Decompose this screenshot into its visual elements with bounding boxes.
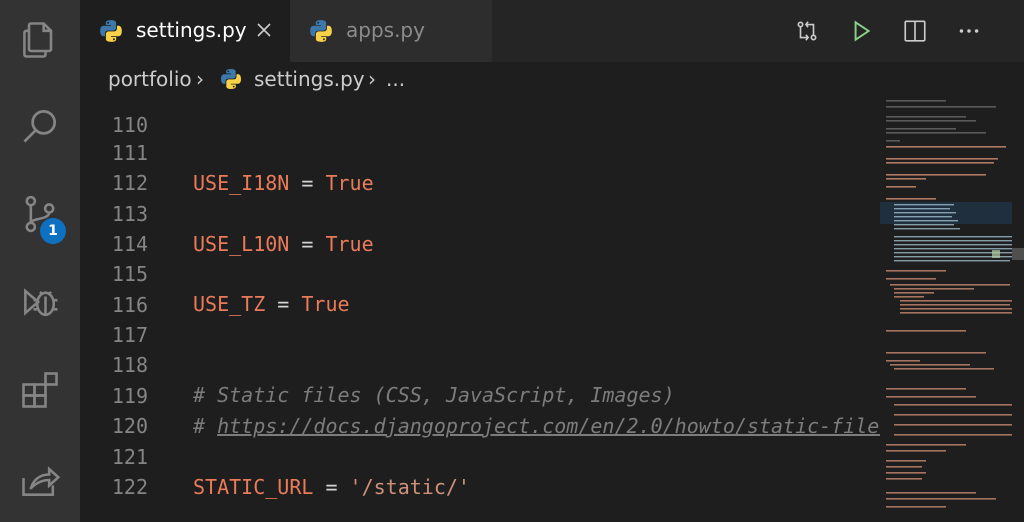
code-line: 119 # https://docs.djangoproject.com/en/… bbox=[80, 351, 880, 438]
compare-changes-icon[interactable] bbox=[792, 16, 822, 46]
more-actions-icon[interactable] bbox=[954, 16, 984, 46]
python-file-icon bbox=[310, 20, 332, 42]
python-file-icon bbox=[100, 20, 122, 42]
breadcrumb-more[interactable]: ... bbox=[386, 67, 405, 91]
assign-operator: = bbox=[313, 475, 350, 499]
code-line: 111 USE_I18N = True bbox=[80, 108, 880, 195]
code-line: 113 USE_L10N = True bbox=[80, 169, 880, 256]
activity-bar: 1 bbox=[0, 0, 80, 522]
split-editor-icon[interactable] bbox=[900, 16, 930, 46]
code-line: 121 STATIC_URL = '/static/' bbox=[80, 412, 880, 499]
extensions-icon[interactable] bbox=[0, 350, 80, 430]
code-line: 117 bbox=[80, 290, 880, 347]
code-line: 118 # Static files (CSS, JavaScript, Ima… bbox=[80, 320, 880, 407]
line-number: 122 bbox=[111, 475, 148, 499]
tab-settings-py[interactable]: settings.py bbox=[80, 0, 290, 62]
tab-apps-py[interactable]: apps.py bbox=[290, 0, 492, 62]
code-line: 112 bbox=[80, 138, 880, 195]
source-control-badge: 1 bbox=[40, 218, 66, 244]
tab-label: settings.py bbox=[136, 18, 247, 42]
code-line: 120 bbox=[80, 381, 880, 438]
code-line: 114 bbox=[80, 199, 880, 256]
remote-icon[interactable] bbox=[0, 440, 80, 520]
code-line: 115 USE_TZ = True bbox=[80, 229, 880, 316]
search-icon[interactable] bbox=[0, 86, 80, 166]
run-debug-icon[interactable] bbox=[0, 262, 80, 342]
breadcrumb: portfolio › settings.py › ... bbox=[80, 62, 1024, 98]
code-editor[interactable]: 110 111 USE_I18N = True 112 113 USE_L10N… bbox=[80, 98, 880, 522]
setting-value: '/static/' bbox=[349, 475, 470, 499]
breadcrumb-file[interactable]: settings.py bbox=[254, 67, 365, 91]
minimap[interactable] bbox=[880, 98, 1024, 522]
tab-bar: settings.py apps.py bbox=[80, 0, 1024, 62]
editor-scrollbar[interactable] bbox=[1012, 98, 1024, 522]
python-file-icon bbox=[221, 69, 241, 89]
source-control-icon[interactable]: 1 bbox=[0, 174, 80, 254]
code-line: 116 bbox=[80, 260, 880, 317]
close-icon[interactable] bbox=[254, 20, 274, 40]
breadcrumb-folder[interactable]: portfolio bbox=[108, 67, 192, 91]
explorer-icon[interactable] bbox=[0, 0, 80, 80]
tab-label: apps.py bbox=[346, 18, 425, 42]
scrollbar-thumb[interactable] bbox=[1012, 248, 1024, 260]
code-line: 122 bbox=[80, 442, 880, 499]
chevron-right-icon: › bbox=[196, 67, 204, 91]
setting-name: STATIC_URL bbox=[193, 475, 314, 499]
minimap-preview bbox=[880, 98, 1024, 522]
chevron-right-icon: › bbox=[368, 67, 376, 91]
run-icon[interactable] bbox=[846, 16, 876, 46]
